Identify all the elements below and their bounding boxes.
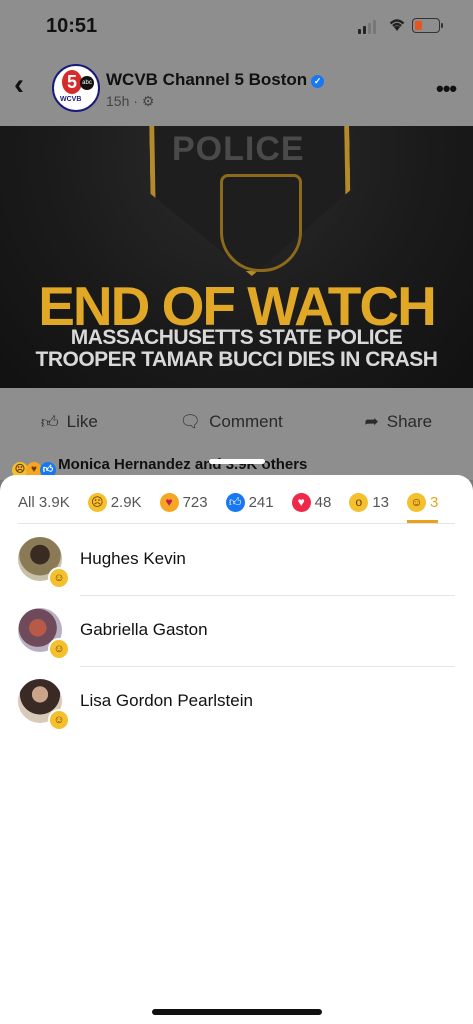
user-name: Lisa Gordon Pearlstein: [80, 691, 253, 710]
tab-wow[interactable]: o 13: [349, 490, 389, 514]
list-item[interactable]: ☺ Lisa Gordon Pearlstein: [18, 667, 458, 737]
share-icon: ➦: [364, 412, 379, 431]
tab-wow-count: 13: [372, 493, 389, 511]
haha-icon: ☺: [407, 492, 426, 512]
comment-button[interactable]: 🗨︎ Comment: [180, 412, 283, 432]
like-icon: 👍︎: [225, 492, 245, 512]
tab-divider: [18, 523, 455, 524]
reaction-tabs: All 3.9K ☹ 2.9K ♥ 723 👍︎ 241 ♥ 48 o 13 ☺ 3: [18, 490, 456, 523]
post-age: 15h: [106, 93, 130, 109]
tab-care-count: 723: [182, 493, 208, 511]
list-item[interactable]: ☺ Hughes Kevin: [18, 525, 458, 596]
post-header: ‹ 5 abc WCVB WCVB Channel 5 Boston ✓ 15h …: [0, 58, 473, 124]
post-actions: 👍︎ Like 🗨︎ Comment ➦ Share: [0, 400, 473, 444]
tab-like-count: 241: [248, 493, 274, 511]
care-icon: ♥: [159, 492, 179, 512]
sheet-grabber[interactable]: [209, 459, 265, 464]
home-indicator[interactable]: [152, 1009, 322, 1015]
tab-love-count: 48: [314, 493, 332, 511]
share-button[interactable]: ➦ Share: [364, 412, 432, 432]
gear-icon: ⚙: [141, 93, 155, 109]
photo-subtitle-2: TROOPER TAMAR BUCCI DIES IN CRASH: [35, 348, 438, 371]
tab-sad-count: 2.9K: [110, 493, 142, 511]
back-icon[interactable]: ‹: [14, 68, 24, 102]
haha-icon: ☺: [48, 709, 70, 731]
page-name[interactable]: WCVB Channel 5 Boston ✓: [106, 70, 325, 90]
comment-label: Comment: [209, 412, 283, 431]
patch-text: POLICE: [172, 130, 305, 168]
haha-icon: ☺: [48, 638, 70, 660]
like-button[interactable]: 👍︎ Like: [41, 412, 98, 433]
haha-icon: ☺: [48, 567, 70, 589]
page-name-text: WCVB Channel 5 Boston: [106, 70, 308, 89]
tab-haha-count: 3: [430, 493, 439, 511]
user-name: Hughes Kevin: [80, 549, 186, 568]
battery-icon: [412, 18, 443, 33]
share-label: Share: [386, 412, 433, 431]
comment-icon: 🗨︎: [179, 412, 202, 431]
photo-subtitle-1: MASSACHUSETTS STATE POLICE: [70, 326, 403, 349]
list-item[interactable]: ☺ Gabriella Gaston: [18, 596, 458, 667]
status-bar: 10:51: [0, 0, 473, 54]
tab-all-label: All 3.9K: [18, 493, 70, 511]
thumbs-up-icon: 👍︎: [40, 412, 59, 432]
seal-emblem: [220, 174, 302, 272]
tab-like[interactable]: 👍︎ 241: [225, 490, 274, 514]
love-icon: ♥: [291, 492, 311, 512]
sad-icon: ☹: [87, 492, 107, 512]
logo-number: 5: [62, 70, 82, 94]
tab-sad[interactable]: ☹ 2.9K: [87, 490, 142, 514]
user-name: Gabriella Gaston: [80, 620, 208, 639]
page-logo[interactable]: 5 abc WCVB: [52, 64, 100, 112]
wifi-icon: [389, 19, 405, 31]
reactions-summary-text: Monica Hernandez and 3.9K others: [58, 456, 308, 473]
more-options-icon[interactable]: •••: [436, 76, 457, 102]
tab-love[interactable]: ♥ 48: [291, 490, 332, 514]
signal-icon: [358, 20, 376, 34]
wow-icon: o: [349, 492, 369, 512]
logo-wcvb: WCVB: [60, 96, 82, 103]
reactions-sheet: All 3.9K ☹ 2.9K ♥ 723 👍︎ 241 ♥ 48 o 13 ☺ 3 ☺ H…: [0, 459, 473, 1024]
logo-abc: abc: [80, 76, 94, 90]
like-label: Like: [66, 412, 98, 431]
background-post: 10:51 ‹ 5 abc WCVB WCVB Channel 5 Boston…: [0, 0, 473, 480]
status-time: 10:51: [46, 15, 98, 37]
post-meta: 15h · ⚙: [106, 93, 155, 109]
tab-care[interactable]: ♥ 723: [159, 490, 208, 514]
tab-haha[interactable]: ☺ 3: [407, 490, 439, 523]
verified-icon: ✓: [311, 75, 325, 88]
post-photo[interactable]: POLICE END OF WATCH MASSACHUSETTS STATE …: [0, 126, 473, 388]
tab-all[interactable]: All 3.9K: [18, 490, 70, 514]
